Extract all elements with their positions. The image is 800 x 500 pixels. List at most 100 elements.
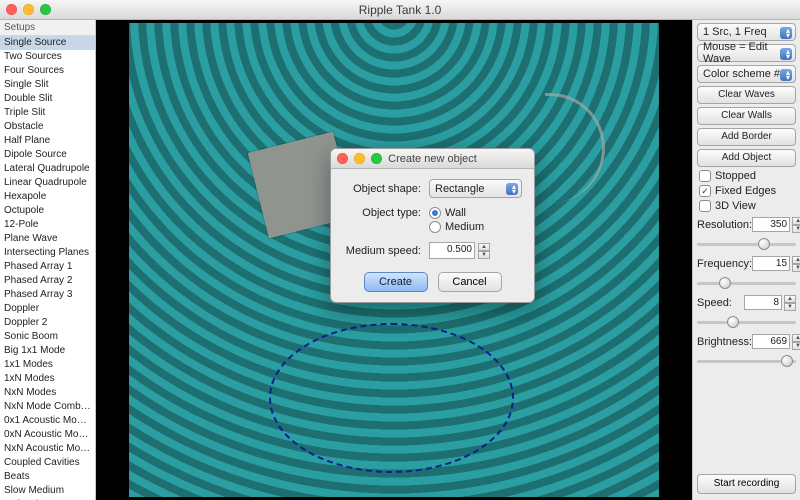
setup-item[interactable]: 1xN Modes — [0, 372, 95, 386]
speed-stepper[interactable]: ▲▼ — [784, 295, 796, 310]
setup-item[interactable]: Doppler — [0, 302, 95, 316]
fixed-edges-label: Fixed Edges — [715, 185, 776, 197]
view3d-checkbox[interactable] — [699, 200, 711, 212]
stopped-label: Stopped — [715, 170, 756, 182]
window-controls — [6, 4, 51, 15]
setup-item[interactable]: Two Sources — [0, 50, 95, 64]
object-type-wall-label: Wall — [445, 207, 466, 219]
setup-item[interactable]: Coupled Cavities — [0, 456, 95, 470]
color-scheme-dropdown[interactable]: Color scheme #1 ▴▾ — [697, 65, 796, 83]
dialog-buttons: Create Cancel — [343, 272, 522, 292]
close-icon[interactable] — [337, 153, 348, 164]
speed-field[interactable]: 8 — [744, 295, 782, 310]
frequency-row: Frequency: 15 ▲▼ — [697, 256, 796, 271]
setup-item[interactable]: NxN Acoustic Mo… — [0, 442, 95, 456]
object-type-medium-option[interactable]: Medium — [429, 221, 484, 233]
stopped-checkbox[interactable] — [699, 170, 711, 182]
speed-label: Speed: — [697, 297, 732, 309]
close-icon[interactable] — [6, 4, 17, 15]
setup-item[interactable]: NxN Modes — [0, 386, 95, 400]
setup-item[interactable]: Beats — [0, 470, 95, 484]
object-curve[interactable] — [545, 93, 605, 203]
view3d-checkbox-row[interactable]: 3D View — [697, 200, 796, 212]
minimize-icon[interactable] — [23, 4, 34, 15]
setup-item[interactable]: Lateral Quadrupole — [0, 162, 95, 176]
object-type-wall-option[interactable]: Wall — [429, 207, 484, 219]
brightness-stepper[interactable]: ▲▼ — [792, 334, 800, 349]
clear-waves-button[interactable]: Clear Waves — [697, 86, 796, 104]
create-button[interactable]: Create — [364, 272, 428, 292]
setup-item[interactable]: Triple Slit — [0, 106, 95, 120]
medium-speed-stepper[interactable]: ▲▼ — [478, 243, 490, 258]
add-border-button[interactable]: Add Border — [697, 128, 796, 146]
window-title: Ripple Tank 1.0 — [359, 3, 442, 17]
speed-slider[interactable] — [697, 315, 796, 329]
window-titlebar: Ripple Tank 1.0 — [0, 0, 800, 20]
setup-item[interactable]: Phased Array 3 — [0, 288, 95, 302]
chevron-updown-icon: ▴▾ — [786, 70, 790, 80]
setup-item[interactable]: Sonic Boom — [0, 330, 95, 344]
resolution-row: Resolution: 350 ▲▼ — [697, 217, 796, 232]
chevron-updown-icon: ▴▾ — [786, 49, 790, 59]
object-shape-dropdown[interactable]: Rectangle ▴▾ — [429, 179, 522, 198]
medium-speed-row: Medium speed: 0.500 ▲▼ — [343, 242, 522, 259]
minimize-icon[interactable] — [354, 153, 365, 164]
zoom-icon[interactable] — [40, 4, 51, 15]
setup-item[interactable]: 1x1 Modes — [0, 358, 95, 372]
source-mode-dropdown[interactable]: 1 Src, 1 Freq ▴▾ — [697, 23, 796, 41]
dialog-window-controls — [337, 153, 382, 164]
object-shape-value: Rectangle — [435, 183, 485, 195]
frequency-slider[interactable] — [697, 276, 796, 290]
setups-list[interactable]: Single SourceTwo SourcesFour SourcesSing… — [0, 36, 95, 500]
setup-item[interactable]: Phased Array 1 — [0, 260, 95, 274]
radio-icon[interactable] — [429, 207, 441, 219]
setup-item[interactable]: NxN Mode Combos — [0, 400, 95, 414]
resolution-label: Resolution: — [697, 219, 752, 231]
start-recording-button[interactable]: Start recording — [697, 474, 796, 494]
brightness-field[interactable]: 669 — [752, 334, 790, 349]
frequency-stepper[interactable]: ▲▼ — [792, 256, 800, 271]
brightness-slider[interactable] — [697, 354, 796, 368]
dialog-titlebar: Create new object — [331, 149, 534, 169]
frequency-label: Frequency: — [697, 258, 752, 270]
setup-item[interactable]: Single Source — [0, 36, 95, 50]
setup-item[interactable]: Single Slit — [0, 78, 95, 92]
setup-item[interactable]: Plane Wave — [0, 232, 95, 246]
setup-item[interactable]: Linear Quadrupole — [0, 176, 95, 190]
medium-speed-field[interactable]: 0.500 — [429, 242, 475, 259]
dialog-body: Object shape: Rectangle ▴▾ Object type: … — [331, 169, 534, 302]
object-ellipse[interactable] — [269, 323, 514, 473]
setup-item[interactable]: Double Slit — [0, 92, 95, 106]
setup-item[interactable]: 0x1 Acoustic Mo… — [0, 414, 95, 428]
mouse-mode-dropdown[interactable]: Mouse = Edit Wave ▴▾ — [697, 44, 796, 62]
stopped-checkbox-row[interactable]: Stopped — [697, 170, 796, 182]
setup-item[interactable]: Obstacle — [0, 120, 95, 134]
zoom-icon[interactable] — [371, 153, 382, 164]
setup-item[interactable]: Doppler 2 — [0, 316, 95, 330]
fixed-edges-checkbox-row[interactable]: ✓ Fixed Edges — [697, 185, 796, 197]
setup-item[interactable]: 0xN Acoustic Mo… — [0, 428, 95, 442]
radio-icon[interactable] — [429, 221, 441, 233]
fixed-edges-checkbox[interactable]: ✓ — [699, 185, 711, 197]
resolution-field[interactable]: 350 — [752, 217, 790, 232]
add-object-button[interactable]: Add Object — [697, 149, 796, 167]
resolution-stepper[interactable]: ▲▼ — [792, 217, 800, 232]
setups-sidebar: Setups Single SourceTwo SourcesFour Sour… — [0, 20, 96, 500]
setup-item[interactable]: Dipole Source — [0, 148, 95, 162]
setup-item[interactable]: Four Sources — [0, 64, 95, 78]
setup-item[interactable]: Intersecting Planes — [0, 246, 95, 260]
setup-item[interactable]: 12-Pole — [0, 218, 95, 232]
setup-item[interactable]: Big 1x1 Mode — [0, 344, 95, 358]
object-type-row: Object type: Wall Medium — [343, 207, 522, 233]
object-shape-label: Object shape: — [343, 183, 421, 195]
setup-item[interactable]: Phased Array 2 — [0, 274, 95, 288]
resolution-slider[interactable] — [697, 237, 796, 251]
speed-row: Speed: 8 ▲▼ — [697, 295, 796, 310]
frequency-field[interactable]: 15 — [752, 256, 790, 271]
setup-item[interactable]: Slow Medium — [0, 484, 95, 498]
cancel-button[interactable]: Cancel — [438, 272, 502, 292]
setup-item[interactable]: Half Plane — [0, 134, 95, 148]
setup-item[interactable]: Octupole — [0, 204, 95, 218]
setup-item[interactable]: Hexapole — [0, 190, 95, 204]
clear-walls-button[interactable]: Clear Walls — [697, 107, 796, 125]
